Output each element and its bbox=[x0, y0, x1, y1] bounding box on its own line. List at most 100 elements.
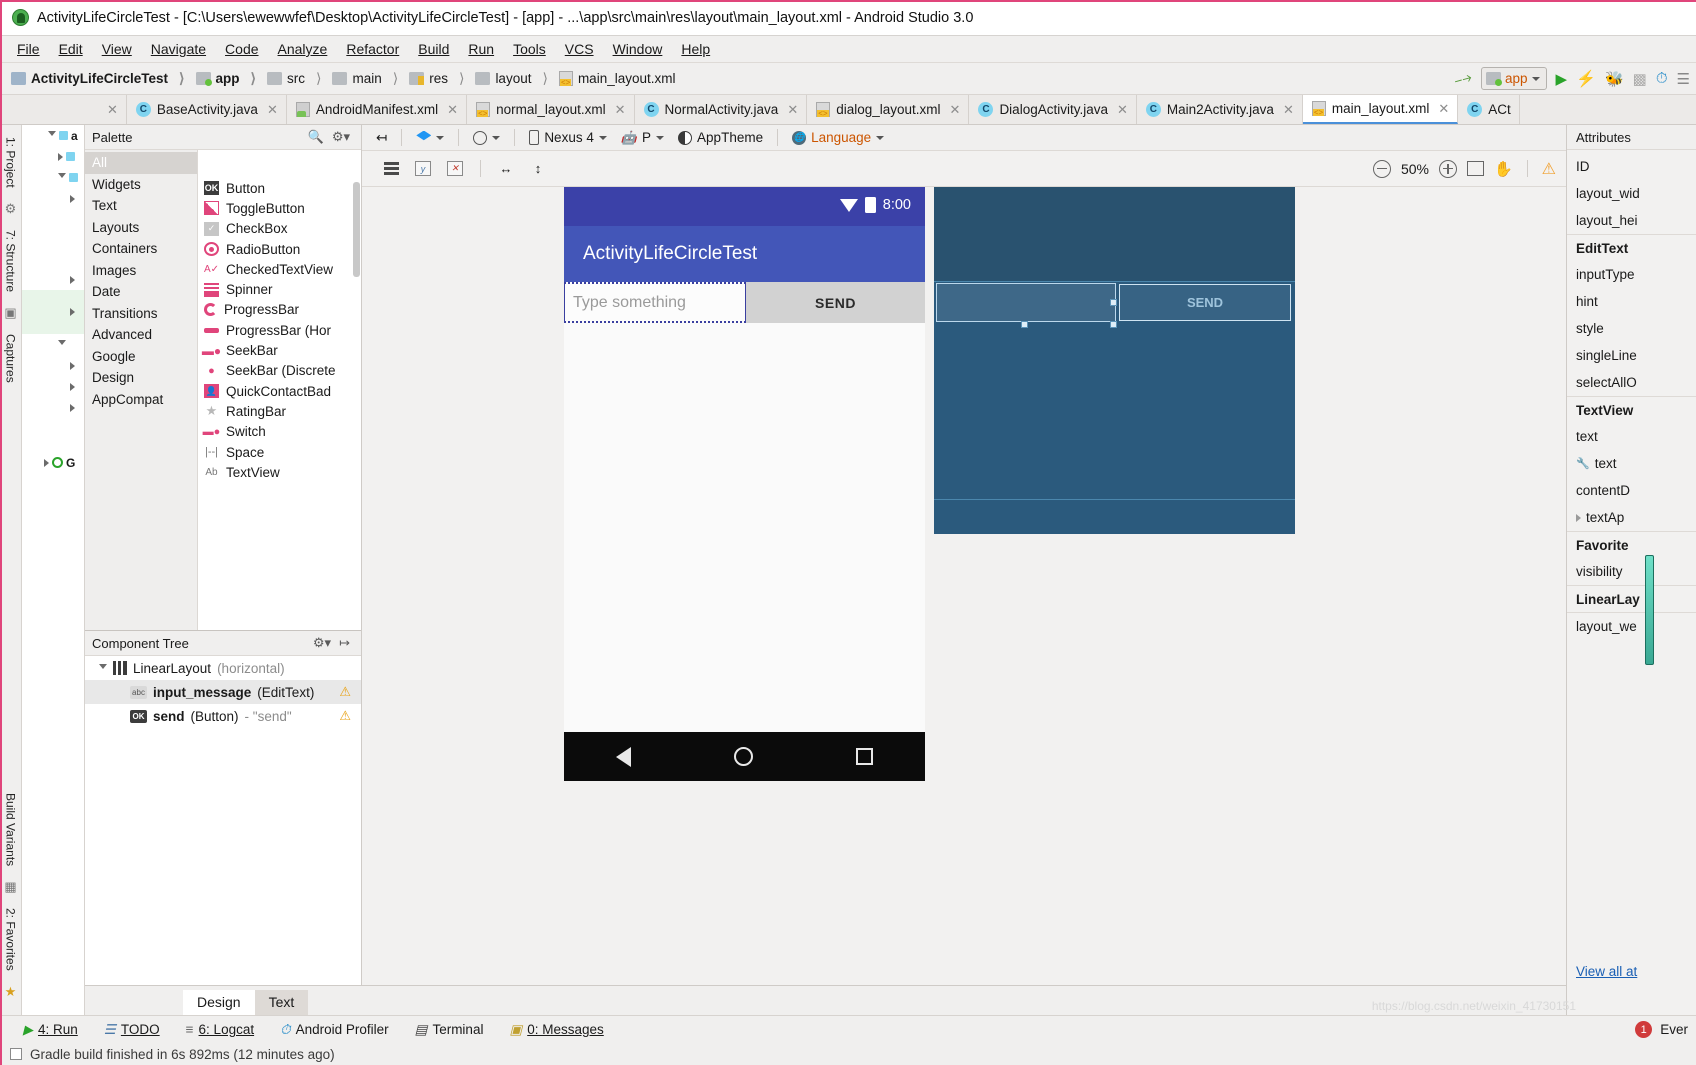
zoom-out-icon[interactable] bbox=[1372, 159, 1391, 178]
theme-selector[interactable]: AppTheme bbox=[674, 129, 767, 146]
close-icon[interactable]: ✕ bbox=[950, 102, 961, 118]
menu-refactor[interactable]: Refactor bbox=[337, 38, 408, 60]
design-mode-icon[interactable] bbox=[412, 130, 448, 146]
palette-item-radiobutton[interactable]: RadioButton bbox=[198, 239, 361, 259]
status-profiler[interactable]: ⏱ Android Profiler bbox=[267, 1022, 402, 1038]
nav-home-icon[interactable] bbox=[733, 747, 753, 766]
table-row[interactable]: LinearLayout (horizontal) bbox=[85, 656, 361, 680]
collapse-icon[interactable]: ↦ bbox=[335, 635, 354, 651]
baseline-icon[interactable]: y bbox=[412, 159, 434, 179]
zoom-in-icon[interactable] bbox=[1438, 159, 1457, 178]
menu-file[interactable]: File bbox=[8, 38, 49, 60]
menu-code[interactable]: Code bbox=[216, 38, 267, 60]
breadcrumb-item-project[interactable]: ActivityLifeCircleTest ⟩ bbox=[8, 68, 191, 89]
gear-icon[interactable]: ⚙▾ bbox=[328, 129, 354, 145]
project-tree-row[interactable] bbox=[22, 334, 84, 355]
menu-edit[interactable]: Edit bbox=[50, 38, 92, 60]
attributes-scrollbar[interactable] bbox=[1645, 555, 1654, 665]
close-icon[interactable]: ✕ bbox=[615, 102, 626, 118]
attribute-row-visibility[interactable]: visibility bbox=[1567, 558, 1696, 585]
project-tree-row[interactable] bbox=[22, 397, 84, 418]
editor-tab-normal-layout[interactable]: normal_layout.xml ✕ bbox=[467, 95, 635, 124]
menu-run[interactable]: Run bbox=[459, 38, 503, 60]
menu-build[interactable]: Build bbox=[409, 38, 458, 60]
debug-icon[interactable]: 🐝 bbox=[1605, 70, 1624, 88]
blueprint-send-button[interactable]: SEND bbox=[1119, 284, 1291, 321]
zoom-to-fit-icon[interactable] bbox=[1466, 161, 1484, 176]
editor-tab-partial[interactable]: ✕ bbox=[95, 95, 127, 124]
tab-design[interactable]: Design bbox=[183, 990, 255, 1015]
project-tree-row-gradle[interactable]: G bbox=[22, 452, 84, 473]
orientation-icon[interactable] bbox=[469, 130, 504, 146]
editor-tab-normalactivity[interactable]: C NormalActivity.java ✕ bbox=[634, 95, 808, 124]
project-tree-row[interactable] bbox=[22, 355, 84, 376]
attribute-row-layout-weight[interactable]: layout_we bbox=[1567, 612, 1696, 639]
avd-manager-icon[interactable]: ⏱ bbox=[1656, 70, 1668, 87]
menu-help[interactable]: Help bbox=[672, 38, 719, 60]
palette-item-space[interactable]: |--| Space bbox=[198, 442, 361, 462]
project-tree-panel[interactable]: a G bbox=[22, 125, 85, 1015]
event-log-label[interactable]: Ever bbox=[1660, 1022, 1688, 1037]
resize-handle[interactable] bbox=[1110, 321, 1117, 328]
expand-arrow-icon[interactable] bbox=[1576, 513, 1581, 522]
tool-window-structure[interactable]: 7: Structure bbox=[1, 222, 21, 300]
close-icon[interactable]: ✕ bbox=[447, 102, 458, 118]
breadcrumb-item-app[interactable]: app ⟩ bbox=[193, 68, 262, 89]
profiler-icon[interactable]: ▩ bbox=[1633, 70, 1647, 88]
tab-text[interactable]: Text bbox=[254, 990, 309, 1015]
palette-item-ratingbar[interactable]: ★ RatingBar bbox=[198, 401, 361, 421]
star-icon[interactable]: ★ bbox=[5, 979, 17, 1005]
breadcrumb-item-src[interactable]: src ⟩ bbox=[264, 68, 327, 89]
palette-item-togglebutton[interactable]: ToggleButton bbox=[198, 198, 361, 218]
attribute-row-text[interactable]: text bbox=[1567, 423, 1696, 450]
attribute-row-text-design[interactable]: 🔧 text bbox=[1567, 450, 1696, 477]
structure-icon[interactable]: ▣ bbox=[4, 300, 16, 326]
attribute-row-layout-width[interactable]: layout_wid bbox=[1567, 180, 1696, 207]
palette-group-images[interactable]: Images bbox=[85, 260, 197, 282]
menu-view[interactable]: View bbox=[93, 38, 141, 60]
palette-group-appcompat[interactable]: AppCompat bbox=[85, 389, 197, 411]
editor-tab-main2activity[interactable]: C Main2Activity.java ✕ bbox=[1136, 95, 1303, 124]
palette-item-textview[interactable]: Ab TextView bbox=[198, 462, 361, 482]
tool-window-captures[interactable]: Captures bbox=[1, 326, 21, 391]
palette-scrollbar[interactable] bbox=[353, 182, 360, 277]
palette-group-advanced[interactable]: Advanced bbox=[85, 324, 197, 346]
palette-group-widgets[interactable]: Widgets bbox=[85, 174, 197, 196]
event-count-badge[interactable]: 1 bbox=[1635, 1021, 1653, 1038]
project-tree-row[interactable]: a bbox=[22, 125, 84, 146]
android-view-icon[interactable]: ⚙ bbox=[5, 196, 17, 222]
tool-window-project[interactable]: 1: Project bbox=[1, 129, 21, 196]
list-view-icon[interactable] bbox=[380, 159, 402, 179]
checkbox-icon[interactable] bbox=[10, 1048, 22, 1060]
device-selector[interactable]: Nexus 4 bbox=[525, 129, 611, 146]
menu-tools[interactable]: Tools bbox=[504, 38, 555, 60]
attribute-row-selectallonfocus[interactable]: selectAllO bbox=[1567, 369, 1696, 396]
palette-group-text[interactable]: Text bbox=[85, 195, 197, 217]
attribute-row-inputtype[interactable]: inputType bbox=[1567, 261, 1696, 288]
palette-group-all[interactable]: All bbox=[85, 152, 197, 174]
clear-constraints-icon[interactable]: ✕ bbox=[444, 159, 466, 179]
project-tree-row[interactable] bbox=[22, 269, 84, 290]
gear-icon[interactable]: ⚙▾ bbox=[309, 635, 335, 651]
palette-item-checkbox[interactable]: ✓ CheckBox bbox=[198, 219, 361, 239]
palette-group-google[interactable]: Google bbox=[85, 346, 197, 368]
project-tree-row-selected[interactable] bbox=[22, 290, 84, 334]
palette-group-design[interactable]: Design bbox=[85, 367, 197, 389]
project-tree-row[interactable] bbox=[22, 188, 84, 209]
message-input[interactable]: Type something bbox=[564, 282, 746, 323]
attribute-row-textappearance[interactable]: textAp bbox=[1567, 504, 1696, 531]
close-icon[interactable]: ✕ bbox=[1117, 102, 1128, 118]
device-preview[interactable]: 8:00 ActivityLifeCircleTest Type somethi… bbox=[564, 187, 925, 781]
view-all-attributes-link[interactable]: View all at bbox=[1576, 964, 1637, 979]
palette-item-seekbar[interactable]: ▬● SeekBar bbox=[198, 340, 361, 360]
palette-item-checkedtextview[interactable]: A✓ CheckedTextView bbox=[198, 259, 361, 279]
close-icon[interactable]: ✕ bbox=[787, 102, 798, 118]
palette-group-transitions[interactable]: Transitions bbox=[85, 303, 197, 325]
run-icon[interactable]: ▶ bbox=[1556, 70, 1568, 88]
palette-item-quickcontactbadge[interactable]: 👤 QuickContactBad bbox=[198, 381, 361, 401]
table-row[interactable]: abc input_message (EditText) ⚠ bbox=[85, 680, 361, 704]
breadcrumb-item-main[interactable]: main ⟩ bbox=[329, 68, 404, 89]
palette-item-seekbar-discrete[interactable]: ● SeekBar (Discrete bbox=[198, 361, 361, 381]
palette-item-switch[interactable]: ▬● Switch bbox=[198, 422, 361, 442]
collapse-panel-icon[interactable]: ↤ bbox=[372, 129, 391, 147]
